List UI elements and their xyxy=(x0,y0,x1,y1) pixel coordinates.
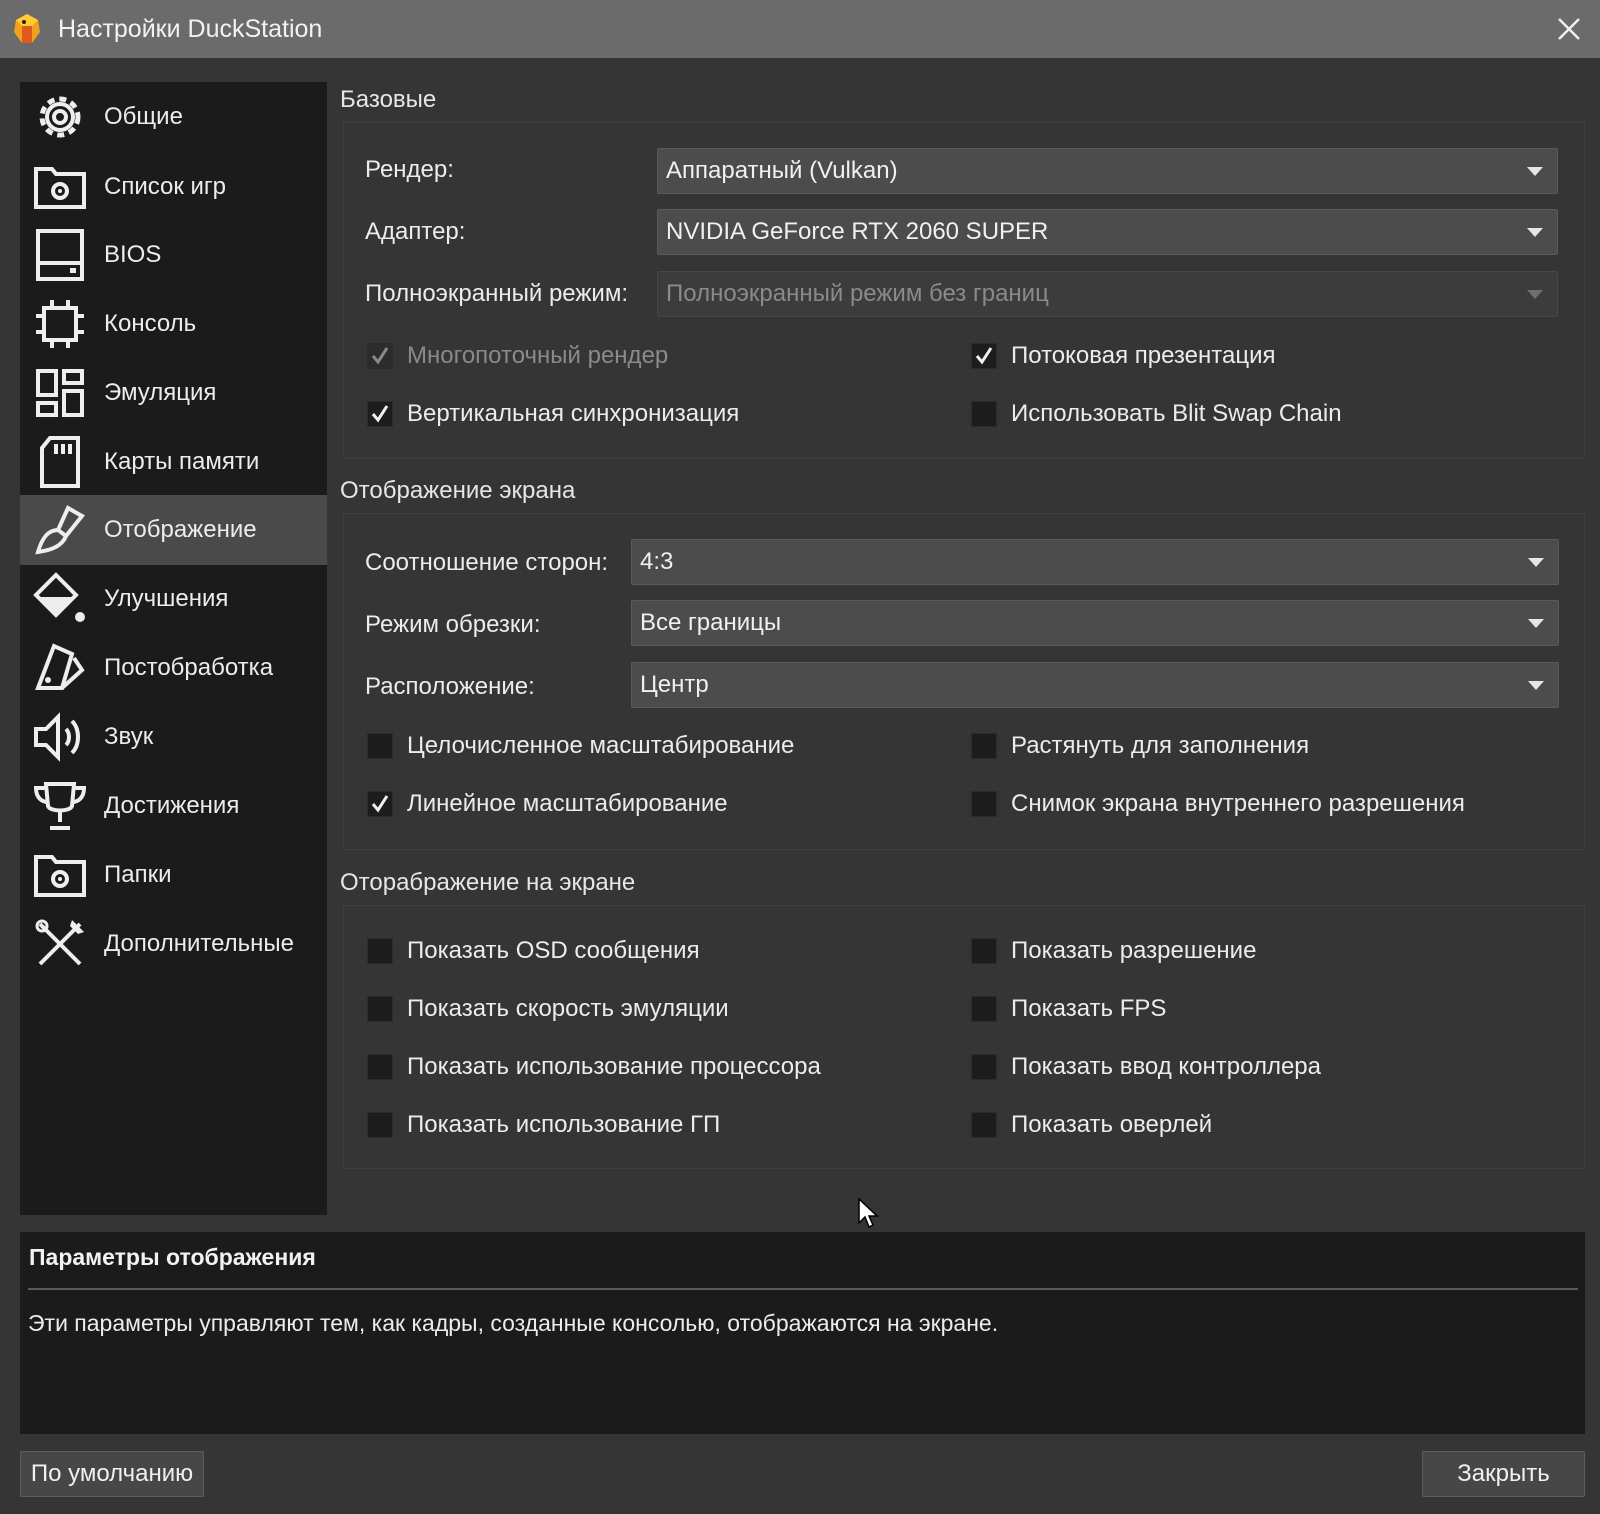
integer-scaling-checkbox[interactable]: Целочисленное масштабирование xyxy=(367,729,794,763)
sidebar-item-display[interactable]: Отображение xyxy=(20,495,327,565)
sidebar-item-label: Карты памяти xyxy=(104,448,260,475)
renderer-select[interactable]: Аппаратный (Vulkan) xyxy=(657,148,1558,194)
group-title-display: Отображение экрана xyxy=(340,477,576,504)
show-inputs-checkbox[interactable]: Показать ввод контроллера xyxy=(971,1050,1321,1084)
sidebar-item-enhancements[interactable]: Улучшения xyxy=(20,564,327,634)
description-panel: Параметры отображения Эти параметры упра… xyxy=(20,1232,1585,1434)
restore-defaults-button[interactable]: По умолчанию xyxy=(20,1451,204,1497)
checkmark-icon xyxy=(371,795,389,813)
adapter-label: Адаптер: xyxy=(365,218,466,245)
stretch-checkbox[interactable]: Растянуть для заполнения xyxy=(971,729,1309,763)
tools-icon xyxy=(30,914,90,974)
show-resolution-checkbox[interactable]: Показать разрешение xyxy=(971,934,1256,968)
paint-bucket-icon xyxy=(30,569,90,629)
sidebar-item-label: Список игр xyxy=(104,173,227,200)
description-divider xyxy=(28,1288,1578,1290)
chevron-down-icon xyxy=(1527,228,1543,237)
aspect-ratio-label: Соотношение сторон: xyxy=(365,549,609,576)
show-cpu-checkbox[interactable]: Показать использование процессора xyxy=(367,1050,821,1084)
aspect-ratio-value: 4:3 xyxy=(640,548,674,575)
sidebar-item-memory-cards[interactable]: Карты памяти xyxy=(20,427,327,497)
sidebar-item-emulation[interactable]: Эмуляция xyxy=(20,358,327,428)
chevron-down-icon xyxy=(1527,167,1543,176)
close-button[interactable]: Закрыть xyxy=(1422,1451,1585,1497)
show-speed-checkbox[interactable]: Показать скорость эмуляции xyxy=(367,992,729,1026)
sidebar-item-folders[interactable]: Папки xyxy=(20,840,327,910)
sidebar-item-audio[interactable]: Звук xyxy=(20,702,327,772)
threaded-render-checkbox[interactable]: Многопоточный рендер xyxy=(367,339,668,373)
alignment-label: Расположение: xyxy=(365,673,535,700)
crop-mode-label: Режим обрезки: xyxy=(365,611,541,638)
folder-gear-icon xyxy=(30,157,90,217)
sidebar-item-label: Папки xyxy=(104,861,172,888)
alignment-select[interactable]: Центр xyxy=(631,662,1559,708)
speaker-icon xyxy=(30,707,90,767)
chip-icon xyxy=(30,294,90,354)
brush-icon xyxy=(30,500,90,560)
sidebar-item-console[interactable]: Консоль xyxy=(20,289,327,359)
checkmark-icon xyxy=(975,347,993,365)
folder-settings-icon xyxy=(30,845,90,905)
settings-sidebar: Общие Список игр BIOS Консоль Эмуляция К… xyxy=(20,82,327,1215)
internal-res-screenshots-checkbox[interactable]: Снимок экрана внутреннего разрешения xyxy=(971,787,1465,821)
fullscreen-mode-select[interactable]: Полноэкранный режим без границ xyxy=(657,271,1558,317)
checkmark-icon xyxy=(371,347,389,365)
dashboard-icon xyxy=(30,363,90,423)
sidebar-item-general[interactable]: Общие xyxy=(20,82,327,152)
sidebar-item-label: Достижения xyxy=(104,792,240,819)
show-gpu-checkbox[interactable]: Показать использование ГП xyxy=(367,1108,720,1142)
fullscreen-mode-value: Полноэкранный режим без границ xyxy=(666,280,1049,307)
trophy-icon xyxy=(30,776,90,836)
description-title: Параметры отображения xyxy=(29,1244,316,1270)
sidebar-item-game-list[interactable]: Список игр xyxy=(20,152,327,222)
adapter-value: NVIDIA GeForce RTX 2060 SUPER xyxy=(666,218,1049,245)
sidebar-item-label: Эмуляция xyxy=(104,379,217,406)
threaded-presentation-checkbox[interactable]: Потоковая презентация xyxy=(971,339,1275,373)
window-title: Настройки DuckStation xyxy=(58,14,323,43)
group-title-osd: Оторабражение на экране xyxy=(340,869,636,896)
sidebar-item-achievements[interactable]: Достижения xyxy=(20,771,327,841)
linear-filtering-checkbox[interactable]: Линейное масштабирование xyxy=(367,787,728,821)
group-title-basic: Базовые xyxy=(340,86,437,113)
sidebar-item-label: Улучшения xyxy=(104,585,229,612)
blit-swap-chain-checkbox[interactable]: Использовать Blit Swap Chain xyxy=(971,397,1342,431)
color-swatch-icon xyxy=(30,638,90,698)
show-fps-checkbox[interactable]: Показать FPS xyxy=(971,992,1166,1026)
sidebar-item-post-processing[interactable]: Постобработка xyxy=(20,633,327,703)
chevron-down-icon xyxy=(1528,558,1544,567)
show-overlay-checkbox[interactable]: Показать оверлей xyxy=(971,1108,1212,1142)
chevron-down-icon xyxy=(1527,290,1543,299)
checkmark-icon xyxy=(371,405,389,423)
mouse-cursor-icon xyxy=(858,1198,879,1229)
title-bar: Настройки DuckStation xyxy=(0,0,1600,58)
duckstation-logo-icon xyxy=(14,14,40,43)
sidebar-item-label: Дополнительные xyxy=(104,930,294,957)
chevron-down-icon xyxy=(1528,681,1544,690)
adapter-select[interactable]: NVIDIA GeForce RTX 2060 SUPER xyxy=(657,209,1558,255)
fullscreen-mode-label: Полноэкранный режим: xyxy=(365,280,629,307)
show-osd-checkbox[interactable]: Показать OSD сообщения xyxy=(367,934,700,968)
gear-icon xyxy=(30,87,90,147)
chevron-down-icon xyxy=(1528,619,1544,628)
sidebar-item-label: Отображение xyxy=(104,516,257,543)
memory-card-icon xyxy=(30,432,90,492)
sidebar-item-label: Консоль xyxy=(104,310,197,337)
renderer-label: Рендер: xyxy=(365,156,454,183)
sidebar-item-label: Звук xyxy=(104,723,154,750)
close-window-icon[interactable] xyxy=(1552,12,1586,46)
vsync-checkbox[interactable]: Вертикальная синхронизация xyxy=(367,397,739,431)
crop-mode-value: Все границы xyxy=(640,609,782,636)
aspect-ratio-select[interactable]: 4:3 xyxy=(631,539,1559,585)
sidebar-item-advanced[interactable]: Дополнительные xyxy=(20,909,327,979)
description-text: Эти параметры управляют тем, как кадры, … xyxy=(28,1310,999,1336)
sidebar-item-bios[interactable]: BIOS xyxy=(20,220,327,290)
renderer-value: Аппаратный (Vulkan) xyxy=(666,157,898,184)
drive-icon xyxy=(30,225,90,285)
sidebar-item-label: Общие xyxy=(104,103,183,130)
sidebar-item-label: BIOS xyxy=(104,241,162,268)
sidebar-item-label: Постобработка xyxy=(104,654,274,681)
alignment-value: Центр xyxy=(640,671,709,698)
crop-mode-select[interactable]: Все границы xyxy=(631,600,1559,646)
